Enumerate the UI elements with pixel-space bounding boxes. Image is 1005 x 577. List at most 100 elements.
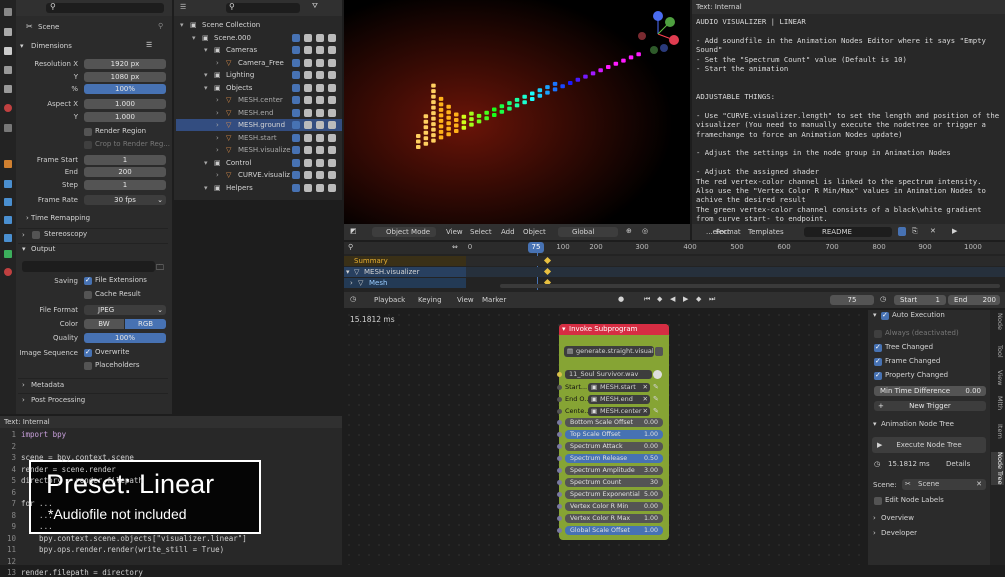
eye-icon[interactable]	[304, 96, 312, 104]
tool-icon[interactable]	[4, 8, 12, 16]
outliner-editor-icon[interactable]: ☰	[180, 3, 186, 11]
clock-icon[interactable]: ◷	[880, 295, 886, 303]
auto-execution-header[interactable]: ▾Auto Execution	[872, 311, 986, 322]
param-field[interactable]: Spectrum Attack 0.00	[565, 442, 663, 451]
clear-icon[interactable]: ✕	[643, 395, 648, 404]
outliner-row[interactable]: ▾ ▣ Cameras	[176, 44, 342, 56]
monitor-icon[interactable]	[316, 83, 324, 92]
eyedropper-icon[interactable]: ✎	[653, 383, 659, 391]
param-socket[interactable]	[557, 504, 562, 509]
checkbox-icon[interactable]	[292, 108, 300, 117]
properties-search[interactable]: ⚲	[46, 2, 164, 13]
sidebar-tab[interactable]: View	[991, 370, 1004, 385]
overwrite-checkbox[interactable]	[84, 348, 92, 357]
aspect-x-field[interactable]: 1.000	[84, 99, 166, 109]
proportional-icon[interactable]: ◎	[642, 227, 648, 235]
monitor-icon[interactable]	[316, 71, 324, 79]
checkbox-icon[interactable]	[292, 133, 300, 142]
param-socket[interactable]	[557, 492, 562, 497]
aspect-y-field[interactable]: 1.000	[84, 112, 166, 122]
expand-icon[interactable]: ›	[216, 119, 219, 131]
camera-icon[interactable]	[328, 121, 336, 129]
run-script-icon[interactable]: ▶	[952, 227, 957, 235]
object-field[interactable]: ▣ MESH.center ✕	[588, 407, 650, 416]
prev-key-icon[interactable]: ◆	[657, 295, 662, 303]
param-socket[interactable]	[557, 420, 562, 425]
playhead-frame[interactable]: 75	[528, 242, 544, 253]
frame-rate-select[interactable]: 30 fps ⌄	[84, 195, 166, 205]
param-field[interactable]: Vertex Color R Max 1.00	[565, 514, 663, 523]
expand-icon[interactable]: ▾	[204, 69, 208, 81]
new-text-icon[interactable]: ⎘	[912, 227, 918, 236]
camera-icon[interactable]	[328, 133, 336, 142]
sound-select[interactable]: 11_Soul Survivor.wav	[565, 370, 652, 379]
quality-field[interactable]: 100%	[84, 333, 166, 343]
outliner-row[interactable]: ▾ ▣ Helpers	[176, 182, 342, 194]
record-icon[interactable]: ●	[618, 295, 624, 303]
always-checkbox[interactable]	[874, 330, 882, 338]
timeline-scrollbar[interactable]	[500, 284, 1000, 288]
eye-icon[interactable]	[304, 183, 312, 192]
camera-icon[interactable]	[328, 96, 336, 104]
filter-icon[interactable]: ⛛	[312, 2, 318, 11]
monitor-icon[interactable]	[316, 171, 324, 179]
expand-icon[interactable]: ▾	[204, 182, 208, 194]
search-icon[interactable]: ⚲	[348, 243, 353, 251]
add-menu[interactable]: Add	[501, 228, 515, 236]
play-icon[interactable]: ▶	[683, 295, 688, 303]
camera-icon[interactable]	[328, 146, 336, 154]
object-socket[interactable]	[557, 385, 562, 390]
folder-icon[interactable]: 🗀	[156, 262, 164, 276]
marker-menu[interactable]: Marker	[482, 296, 506, 304]
data-icon[interactable]	[4, 250, 12, 258]
monitor-icon[interactable]	[316, 108, 324, 117]
execute-node-tree-button[interactable]: ▶ Execute Node Tree	[872, 437, 986, 453]
collapse-icon[interactable]: ▾	[562, 324, 566, 335]
outliner-row[interactable]: ▾ ▣ Scene Collection	[176, 19, 342, 31]
object-field[interactable]: ▣ MESH.start ✕	[588, 383, 650, 392]
navigation-gizmo[interactable]	[634, 10, 684, 60]
color-bw-button[interactable]: BW	[84, 319, 124, 329]
orientation-select[interactable]: Global	[558, 227, 618, 237]
object-socket[interactable]	[557, 397, 562, 402]
scene-icon[interactable]	[4, 85, 12, 93]
frame-step-field[interactable]: 1	[84, 180, 166, 190]
checkbox-icon[interactable]	[292, 83, 300, 92]
cache-result-checkbox[interactable]	[84, 291, 92, 299]
object-field[interactable]: ▣ MESH.end ✕	[588, 395, 650, 404]
view-menu[interactable]: View	[446, 228, 463, 236]
end-frame-field[interactable]: End 200	[948, 295, 1000, 305]
dimensions-panel-header[interactable]: ▾ Dimensions ☰	[18, 41, 168, 52]
monitor-icon[interactable]	[316, 183, 324, 192]
resolution-x-field[interactable]: 1920 px	[84, 59, 166, 69]
checkbox-icon[interactable]	[292, 71, 300, 79]
expand-icon[interactable]: ▾	[204, 157, 208, 169]
animation-node-tree-header[interactable]: ▾ Animation Node Tree	[872, 420, 986, 431]
expand-icon[interactable]: ›	[216, 144, 219, 156]
crop-checkbox[interactable]	[84, 141, 92, 149]
expand-icon[interactable]: ›	[216, 57, 219, 69]
param-field[interactable]: Spectrum Amplitude 3.00	[565, 466, 663, 475]
monitor-icon[interactable]	[316, 58, 324, 67]
sidebar-tab[interactable]: Tool	[991, 345, 1004, 358]
param-socket[interactable]	[557, 456, 562, 461]
param-socket[interactable]	[557, 480, 562, 485]
camera-icon[interactable]	[328, 171, 336, 179]
resolution-percent-field[interactable]: 100%	[84, 84, 166, 94]
param-socket[interactable]	[557, 516, 562, 521]
outliner-row[interactable]: › ▽ CURVE.visualiz	[176, 169, 342, 181]
node-title-bar[interactable]: ▾ Invoke Subprogram	[559, 324, 669, 335]
object-track[interactable]: ▾ ▽ MESH.visualizer	[344, 267, 466, 277]
monitor-icon[interactable]	[316, 46, 324, 54]
param-field[interactable]: Vertex Color R Min 0.00	[565, 502, 663, 511]
monitor-icon[interactable]	[316, 158, 324, 167]
checkbox-icon[interactable]	[292, 33, 300, 42]
jump-end-icon[interactable]: ⏭	[709, 295, 715, 304]
summary-track[interactable]: Summary	[344, 256, 466, 266]
monitor-icon[interactable]	[316, 121, 324, 129]
expand-icon[interactable]: ▾	[180, 19, 184, 31]
frame-end-field[interactable]: 200	[84, 167, 166, 177]
camera-icon[interactable]	[328, 46, 336, 54]
output-icon[interactable]	[4, 47, 12, 55]
sound-socket[interactable]	[557, 372, 562, 377]
